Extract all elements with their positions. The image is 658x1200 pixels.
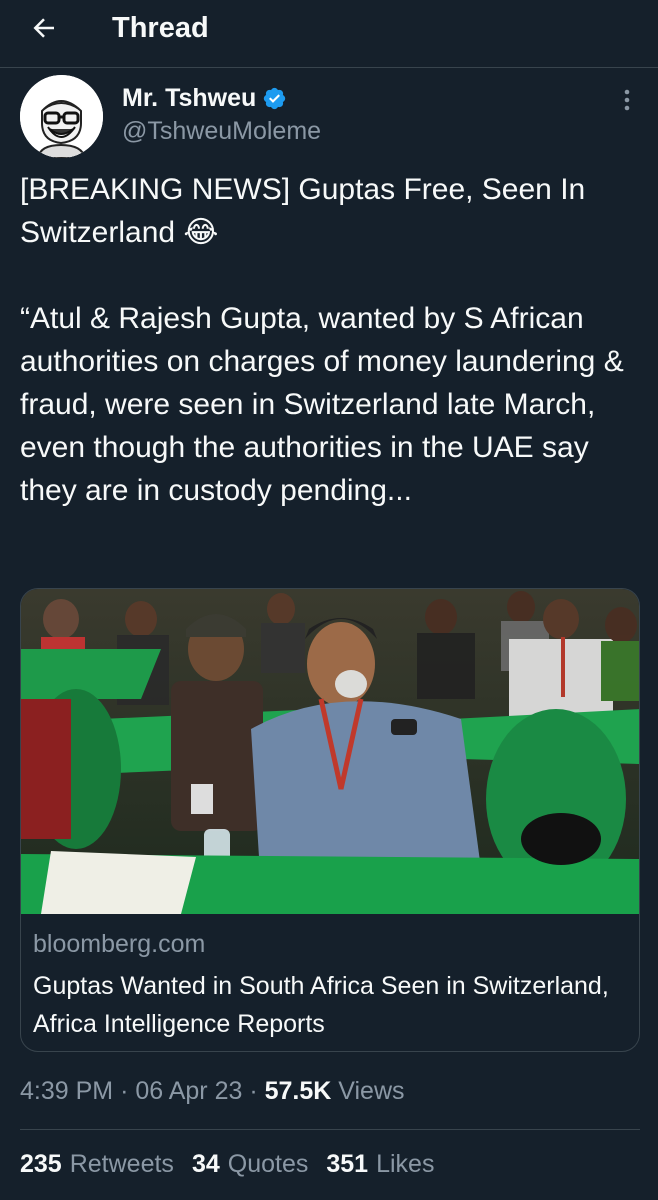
retweets-stat[interactable]: 235 Retweets [20,1148,174,1180]
quotes-label: Quotes [227,1150,309,1178]
likes-stat[interactable]: 351 Likes [326,1148,434,1180]
tweet-text: [BREAKING NEWS] Guptas Free, Seen In Swi… [20,168,642,512]
retweets-count: 235 [20,1150,62,1178]
meta-separator: · [249,1077,258,1105]
top-bar: Thread [0,0,658,68]
more-vertical-icon [624,89,630,111]
retweets-label: Retweets [69,1150,174,1178]
tweet-meta: 4:39 PM · 06 Apr 23 · 57.5K Views [20,1075,405,1107]
author-row: Mr. Tshweu [122,82,287,114]
views-count: 57.5K [264,1077,332,1105]
meta-separator: · [120,1077,129,1105]
tweet-text-headline: [BREAKING NEWS] Guptas Free, Seen In Swi… [20,173,586,249]
link-card[interactable]: bloomberg.com Guptas Wanted in South Afr… [20,588,640,1052]
likes-label: Likes [376,1150,435,1178]
back-button[interactable] [22,8,66,48]
card-title: Guptas Wanted in South Africa Seen in Sw… [33,972,609,1038]
tweet-date[interactable]: 06 Apr 23 [135,1077,242,1105]
author-name[interactable]: Mr. Tshweu [122,82,256,114]
quotes-count: 34 [191,1150,220,1178]
quotes-stat[interactable]: 34 Quotes [192,1148,308,1180]
card-domain: bloomberg.com [33,930,206,958]
author-handle[interactable]: @TshweuMoleme [122,116,321,146]
avatar[interactable] [20,75,103,158]
more-options-button[interactable] [614,86,640,114]
avatar-illustration [20,75,103,158]
tweet-text-quote: “Atul & Rajesh Gupta, wanted by S Africa… [20,302,624,507]
likes-count: 351 [326,1150,369,1178]
page-title: Thread [112,12,209,44]
tweet-stats: 235 Retweets 34 Quotes 351 Likes [20,1148,452,1180]
card-image [21,589,639,914]
verified-badge-icon [264,87,286,109]
arrow-left-icon [33,18,54,38]
views-label: Views [338,1077,405,1105]
divider [20,1129,640,1130]
card-photo [21,589,639,914]
tweet-time[interactable]: 4:39 PM [20,1077,113,1105]
